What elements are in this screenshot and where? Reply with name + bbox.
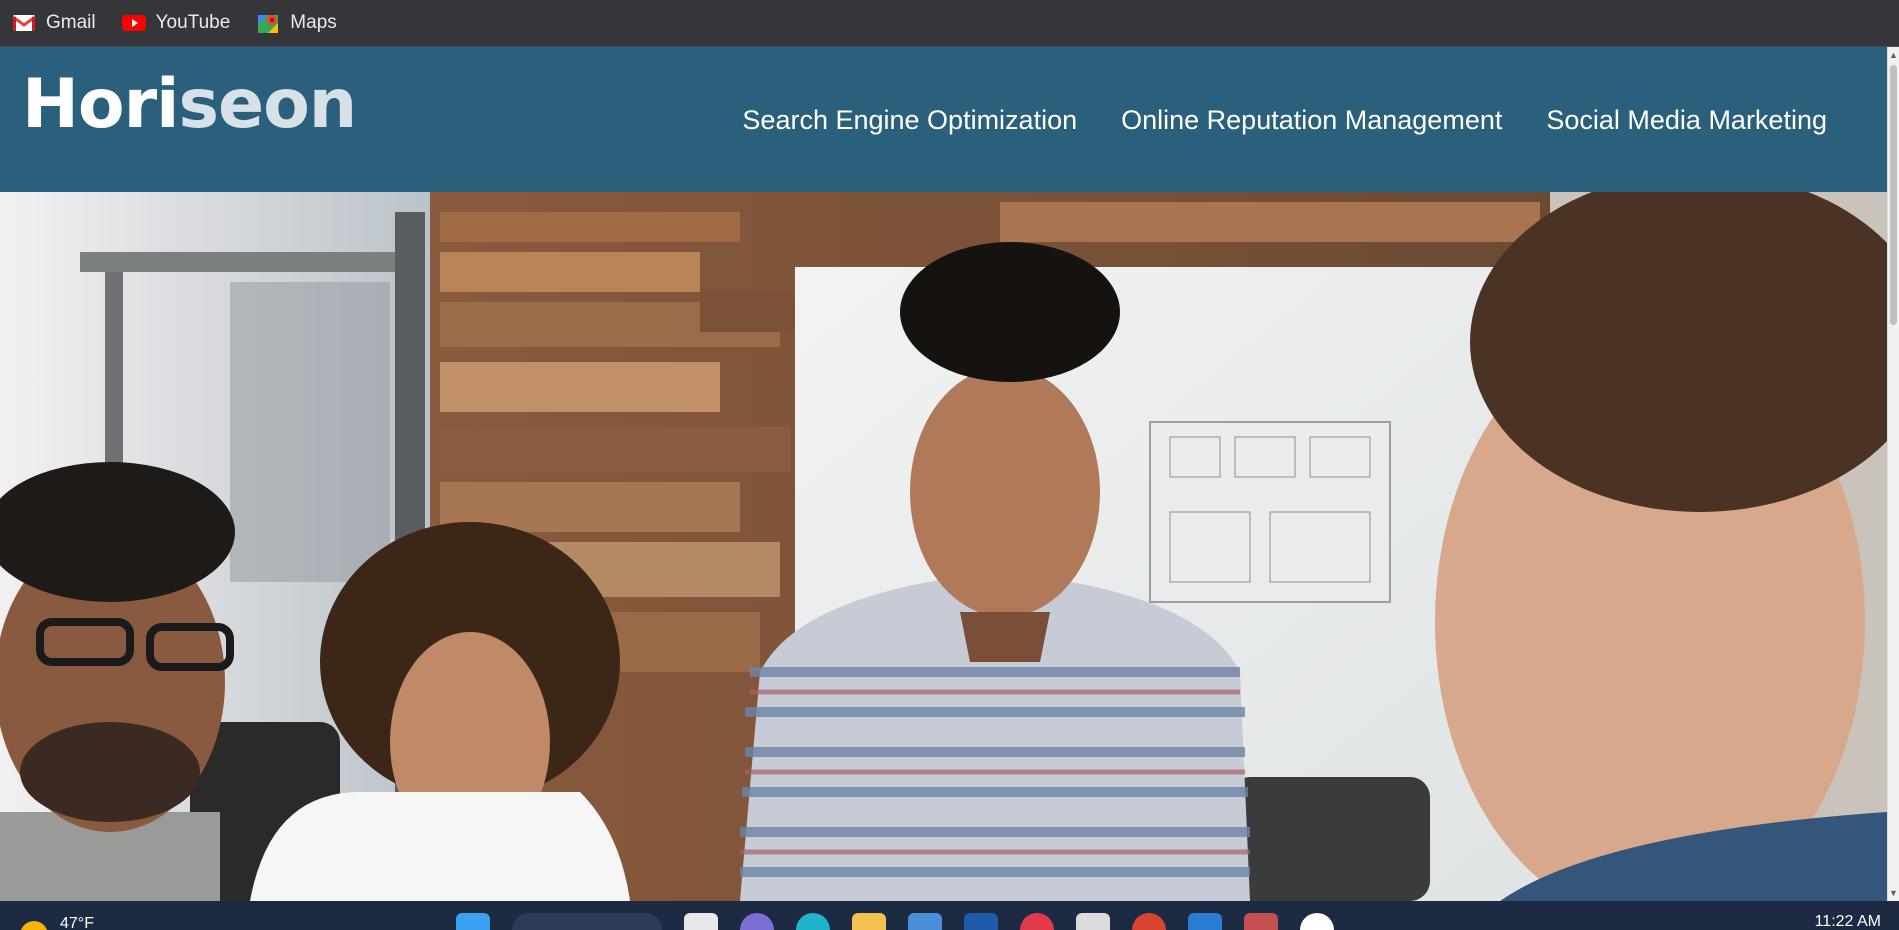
weather-widget[interactable]: 47°F: [20, 913, 94, 930]
notepad-icon[interactable]: [1076, 913, 1110, 930]
sun-icon: [20, 921, 48, 930]
logo-text: Hori: [22, 65, 179, 144]
maps-icon: [256, 13, 280, 33]
scroll-down-arrow-icon[interactable]: ▼: [1888, 885, 1899, 901]
app-icon[interactable]: [964, 913, 998, 930]
temperature: 47°F: [60, 915, 94, 930]
app-icon[interactable]: [1244, 913, 1278, 930]
system-clock[interactable]: 11:22 AM: [1815, 913, 1881, 930]
bookmark-label: Gmail: [46, 12, 96, 33]
hero-image: [0, 192, 1887, 901]
bookmarks-bar: Gmail YouTube Maps: [0, 0, 1899, 47]
nav-link-reputation[interactable]: Online Reputation Management: [1121, 105, 1502, 136]
chrome-icon[interactable]: [1132, 913, 1166, 930]
task-view-icon[interactable]: [684, 913, 718, 930]
nav-link-seo[interactable]: Search Engine Optimization: [742, 105, 1077, 136]
store-icon[interactable]: [908, 913, 942, 930]
copilot-icon[interactable]: [740, 913, 774, 930]
app-icon[interactable]: [1020, 913, 1054, 930]
bookmark-maps[interactable]: Maps: [256, 12, 337, 34]
taskbar: 47°F 11:22 AM: [0, 901, 1899, 930]
file-explorer-icon[interactable]: [852, 913, 886, 930]
site-header: Horiseon Search Engine Optimization Onli…: [0, 47, 1887, 192]
site-logo[interactable]: Horiseon: [22, 71, 357, 139]
team-meeting-photo: [0, 192, 1887, 901]
windows-start-icon[interactable]: [456, 913, 490, 930]
edge-icon[interactable]: [796, 913, 830, 930]
youtube-icon: [121, 13, 146, 33]
vscode-icon[interactable]: [1188, 913, 1222, 930]
scrollbar[interactable]: ▲ ▼: [1887, 47, 1899, 901]
gmail-icon: [12, 13, 36, 33]
slack-icon[interactable]: [1300, 913, 1334, 930]
scroll-up-arrow-icon[interactable]: ▲: [1888, 47, 1899, 63]
main-nav: Search Engine Optimization Online Reputa…: [742, 105, 1827, 136]
bookmark-label: YouTube: [155, 12, 231, 33]
scroll-thumb[interactable]: [1890, 65, 1897, 325]
logo-text-accent: seon: [178, 65, 357, 144]
nav-link-social-media[interactable]: Social Media Marketing: [1546, 105, 1827, 136]
bookmark-gmail[interactable]: Gmail: [12, 12, 96, 34]
page-viewport: Horiseon Search Engine Optimization Onli…: [0, 47, 1899, 901]
bookmark-youtube[interactable]: YouTube: [121, 12, 231, 34]
taskbar-apps: [456, 913, 1334, 930]
bookmark-label: Maps: [290, 12, 337, 33]
taskbar-search[interactable]: [512, 913, 662, 930]
